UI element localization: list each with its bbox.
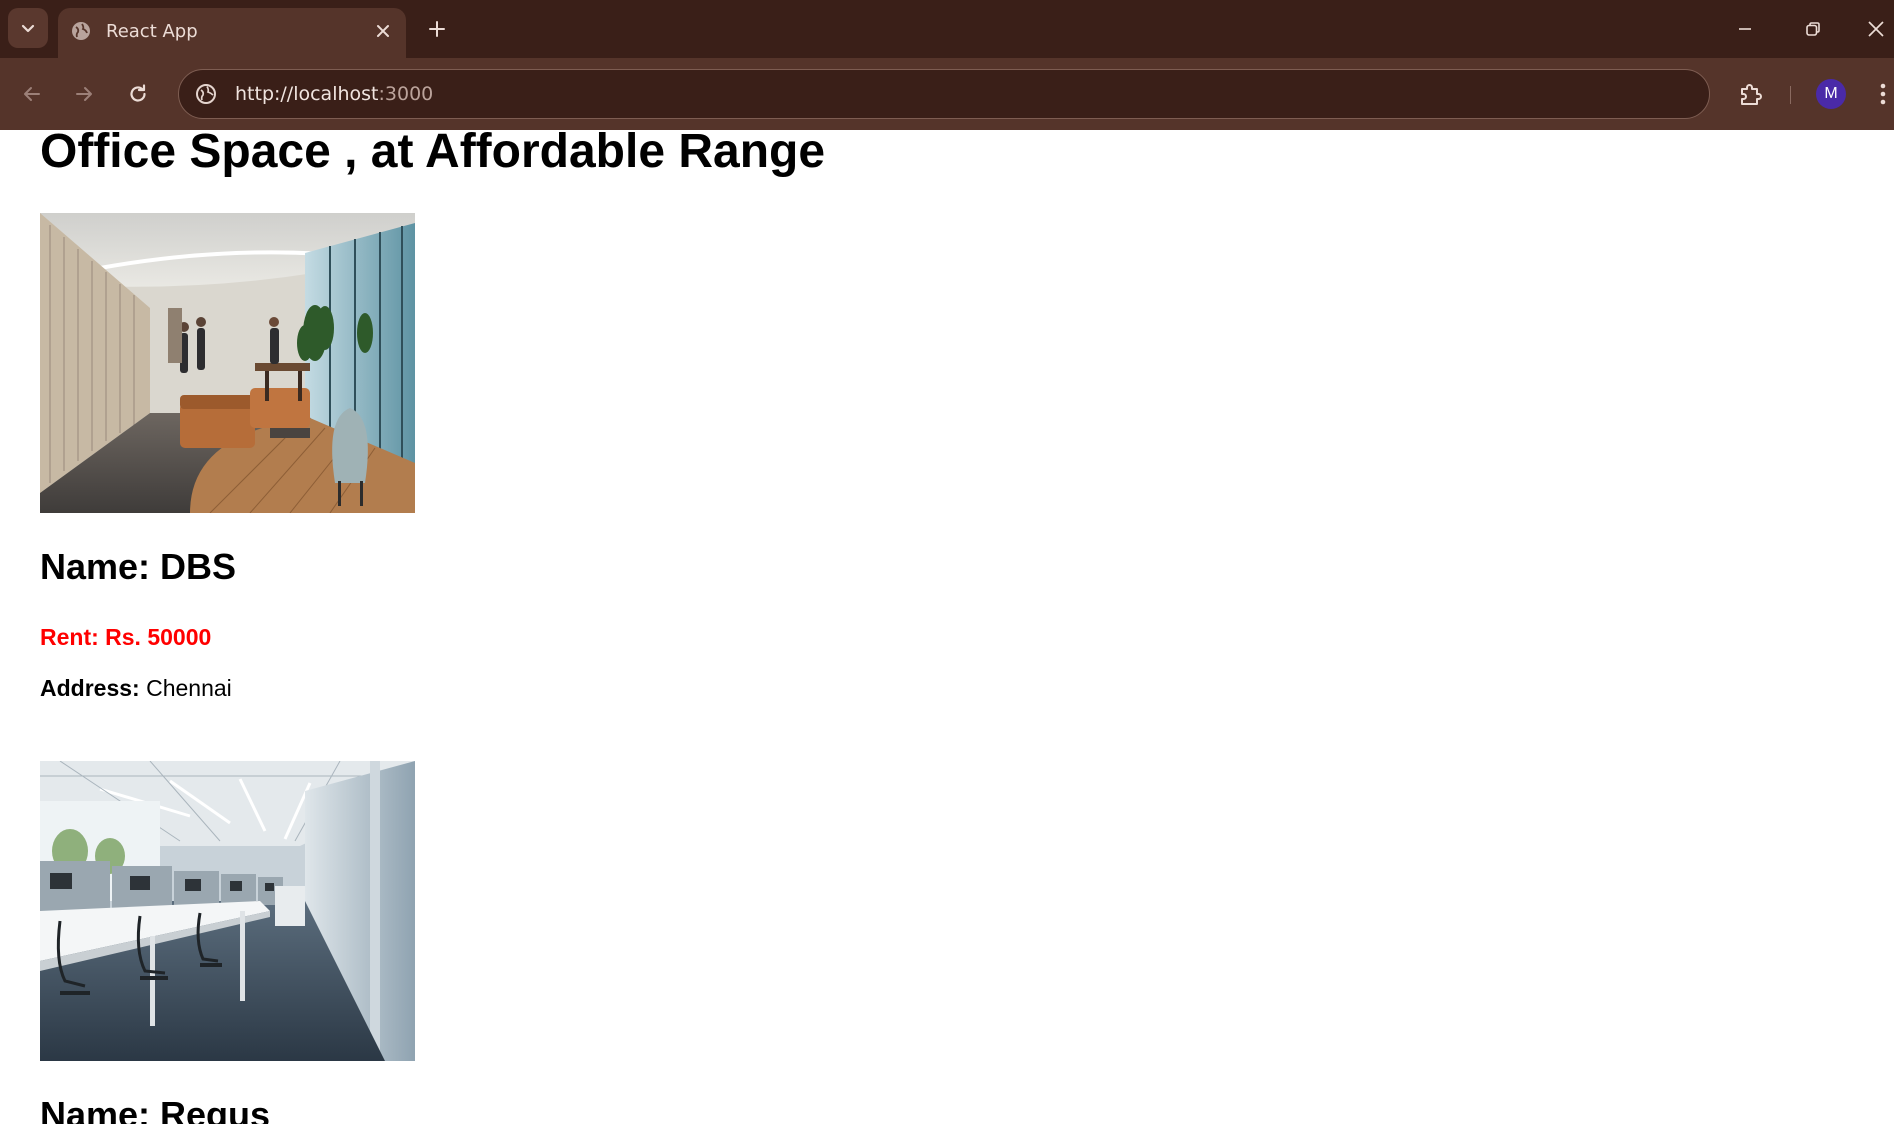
arrow-right-icon <box>76 87 92 101</box>
page-title: Office Space , at Affordable Range <box>40 130 826 178</box>
url-host: http://localhost <box>235 83 379 105</box>
url-port: :3000 <box>378 83 434 105</box>
reload-icon <box>130 84 146 102</box>
close-icon <box>377 25 389 37</box>
arrow-left-icon <box>24 87 40 101</box>
page-viewport: Office Space , at Affordable Range Name:… <box>0 130 1894 1124</box>
office-listing: Name: Regus <box>40 761 640 1124</box>
listing-address: Address: Chennai <box>40 675 232 702</box>
new-tab-button[interactable] <box>422 14 452 44</box>
extensions-button[interactable] <box>1732 75 1770 113</box>
address-value: Chennai <box>146 675 232 701</box>
browser-toolbar: http://localhost:3000 M <box>0 58 1894 130</box>
restore-button[interactable] <box>1790 10 1836 48</box>
toolbar-separator <box>1790 86 1791 104</box>
office-lounge-photo <box>40 213 415 513</box>
tab-close-button[interactable] <box>370 18 396 44</box>
chevron-down-icon <box>21 24 35 33</box>
site-info-icon <box>196 84 216 104</box>
more-vertical-icon <box>1880 83 1886 105</box>
profile-avatar[interactable]: M <box>1816 79 1846 109</box>
browser-tab[interactable]: React App <box>58 8 406 58</box>
url-text: http://localhost:3000 <box>235 83 433 105</box>
minimize-icon <box>1739 28 1751 30</box>
restore-icon <box>1806 22 1820 36</box>
close-icon <box>1868 21 1884 37</box>
listing-name: Name: DBS <box>40 546 237 587</box>
address-label: Address: <box>40 675 140 701</box>
browser-tab-bar: React App <box>0 0 1894 58</box>
globe-icon <box>72 22 90 40</box>
listing-name: Name: Regus <box>40 1094 271 1124</box>
forward-button[interactable] <box>66 76 102 112</box>
office-listing: Name: DBS Rent: Rs. 50000 Address: Chenn… <box>40 213 640 733</box>
tab-search-button[interactable] <box>8 8 48 48</box>
address-bar[interactable]: http://localhost:3000 <box>178 69 1710 119</box>
open-plan-office-illustration <box>40 761 415 1061</box>
reload-button[interactable] <box>120 76 156 112</box>
browser-menu-button[interactable] <box>1872 76 1894 112</box>
back-button[interactable] <box>14 76 50 112</box>
open-plan-office-photo <box>40 761 415 1061</box>
minimize-button[interactable] <box>1722 10 1768 48</box>
puzzle-piece-icon <box>1741 84 1762 105</box>
plus-icon <box>429 21 445 37</box>
listing-rent: Rent: Rs. 50000 <box>40 624 212 650</box>
office-lounge-illustration <box>40 213 415 513</box>
close-window-button[interactable] <box>1858 10 1894 48</box>
tab-title: React App <box>106 21 198 42</box>
